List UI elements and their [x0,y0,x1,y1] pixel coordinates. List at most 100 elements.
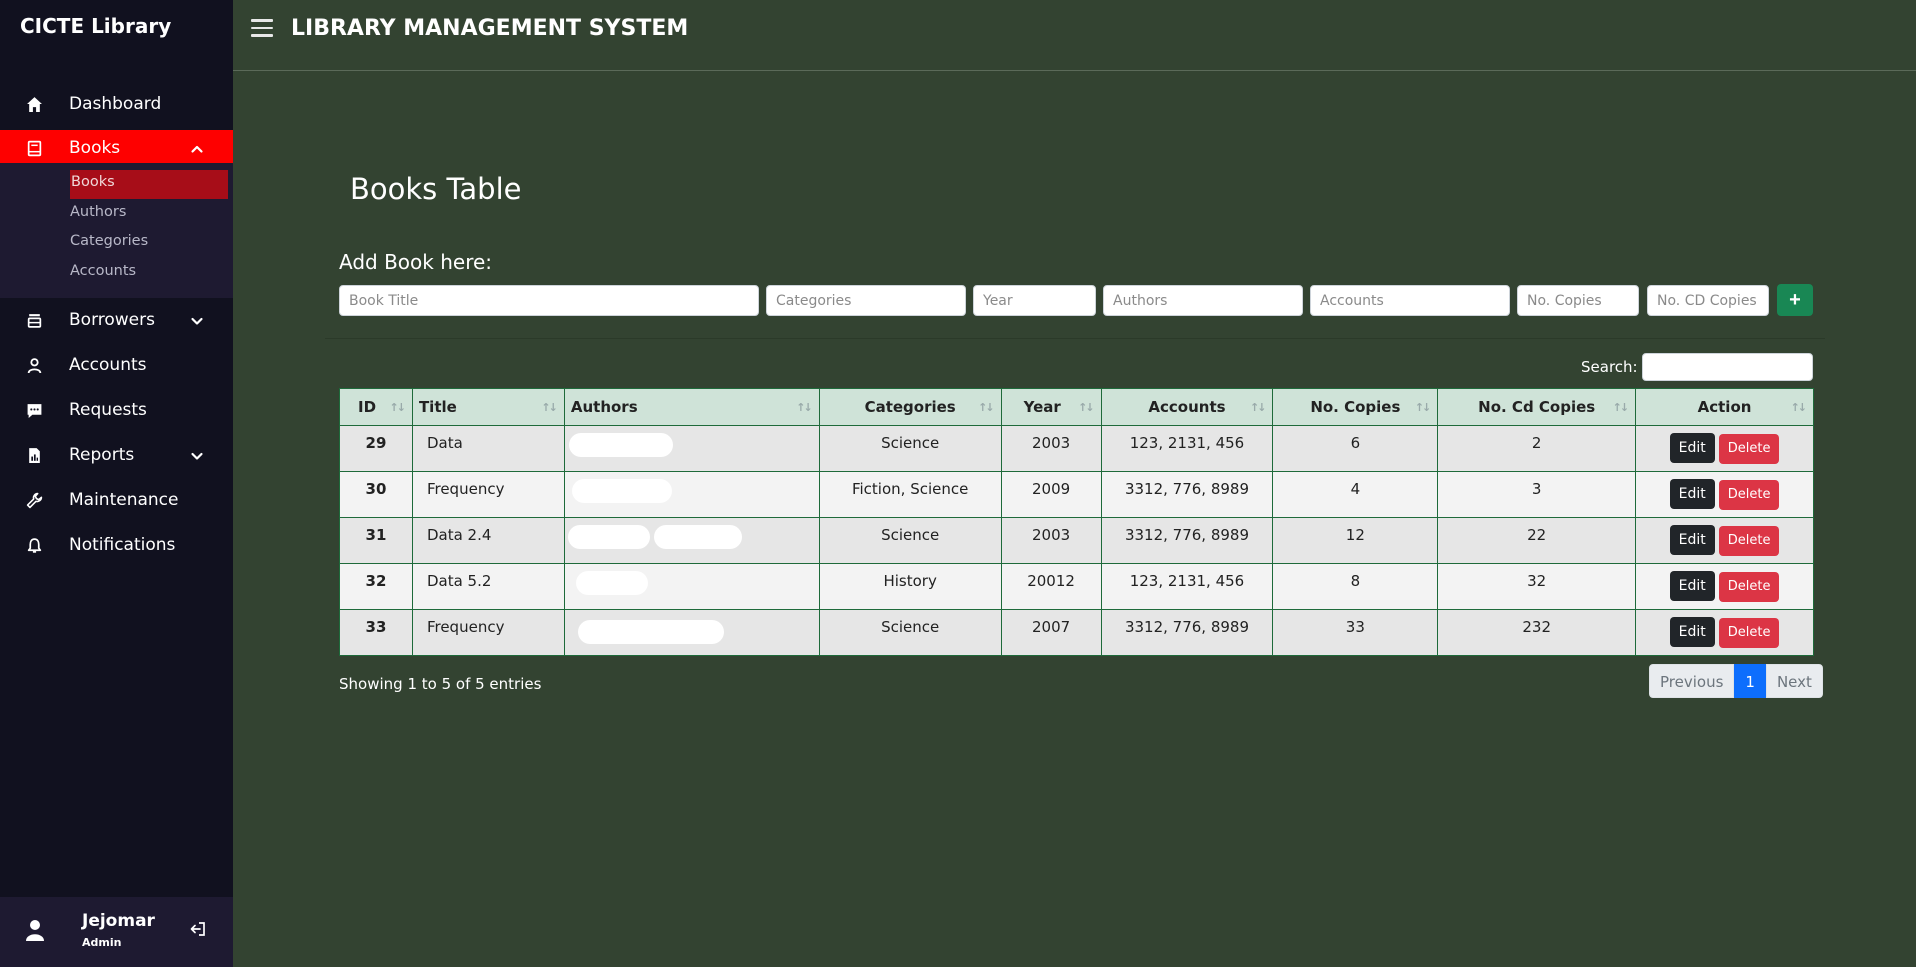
cell-cd-copies: 2 [1437,425,1637,472]
search-input[interactable] [1642,353,1813,381]
column-header-year[interactable]: Year ↑↓ [1000,388,1102,426]
edit-button[interactable]: Edit [1669,617,1715,647]
user-panel: Jejomar Admin [0,897,233,967]
redacted-block [567,525,650,549]
cell-categories: History [818,563,1002,610]
submenu-item-authors[interactable]: Authors [70,200,228,229]
categories-input[interactable] [766,285,966,316]
cell-action: Edit Delete [1635,609,1814,656]
column-header-title[interactable]: Title ↑↓ [411,388,565,426]
delete-button[interactable]: Delete [1718,526,1780,556]
sort-icon: ↑↓ [1249,401,1267,414]
submenu-item-accounts[interactable]: Accounts [70,259,228,288]
chevron-up-icon [191,145,203,153]
cell-categories: Fiction, Science [818,471,1002,518]
cell-copies: 6 [1272,425,1439,472]
page-title: Books Table [350,172,522,206]
table-row: 30 Frequency Fiction, Science 2009 3312,… [339,471,1814,518]
submenu-item-books[interactable]: Books [70,170,228,199]
borrowers-icon [27,314,42,328]
sort-icon: ↑↓ [541,401,558,414]
cell-id: 33 [339,609,413,656]
user-role: Admin [82,936,122,949]
sidebar-item-books[interactable]: Books [0,130,233,166]
bell-icon [27,538,42,553]
accounts-input[interactable] [1310,285,1510,316]
cell-authors-redacted [563,471,820,518]
cell-title: Frequency [411,471,565,518]
books-table: ID ↑↓ Title ↑↓ Authors ↑↓ Categories ↑↓ Year… [339,388,1814,656]
redacted-block [571,479,672,503]
cd-copies-input[interactable] [1647,285,1769,316]
table-row: 33 Frequency Science 2007 3312, 776, 898… [339,609,1814,656]
cell-accounts: 3312, 776, 8989 [1100,471,1274,518]
chevron-down-icon [191,452,203,460]
add-book-button[interactable]: + [1777,284,1813,316]
pagination-previous[interactable]: Previous [1649,664,1735,698]
sidebar-item-borrowers[interactable]: Borrowers [0,302,233,338]
search-label: Search: [1581,358,1638,376]
column-header-cd-copies[interactable]: No. Cd Copies ↑↓ [1437,388,1637,426]
column-header-authors[interactable]: Authors ↑↓ [563,388,820,426]
year-input[interactable] [973,285,1096,316]
column-header-id[interactable]: ID ↑↓ [339,388,413,426]
cell-year: 2003 [1000,425,1102,472]
cell-title: Data 2.4 [411,517,565,564]
pagination-page-1[interactable]: 1 [1734,664,1766,698]
cell-copies: 33 [1272,609,1439,656]
cell-title: Data 5.2 [411,563,565,610]
pagination-next[interactable]: Next [1765,664,1823,698]
column-header-action[interactable]: Action ↑↓ [1635,388,1814,426]
table-header-row: ID ↑↓ Title ↑↓ Authors ↑↓ Categories ↑↓ Year… [339,388,1814,426]
delete-button[interactable]: Delete [1718,434,1780,464]
app-title: LIBRARY MANAGEMENT SYSTEM [291,16,689,41]
cell-cd-copies: 32 [1437,563,1637,610]
sort-icon: ↑↓ [1414,401,1432,414]
delete-button[interactable]: Delete [1718,480,1780,510]
cell-copies: 8 [1272,563,1439,610]
user-icon [27,358,42,374]
edit-button[interactable]: Edit [1669,433,1715,463]
sidebar-item-label: Accounts [69,355,147,375]
add-book-label: Add Book here: [339,250,493,274]
table-row: 29 Data Science 2003 123, 2131, 456 6 2 … [339,425,1814,472]
edit-button[interactable]: Edit [1669,525,1715,555]
column-header-copies[interactable]: No. Copies ↑↓ [1272,388,1439,426]
sidebar-item-requests[interactable]: Requests [0,392,233,428]
sidebar-item-label: Books [69,138,121,158]
cell-title: Frequency [411,609,565,656]
authors-input[interactable] [1103,285,1303,316]
cell-accounts: 123, 2131, 456 [1100,425,1274,472]
delete-button[interactable]: Delete [1718,572,1780,602]
delete-button[interactable]: Delete [1718,618,1780,648]
cell-id: 32 [339,563,413,610]
table-row: 31 Data 2.4 Science 2003 3312, 776, 8989… [339,517,1814,564]
sidebar-item-reports[interactable]: Reports [0,437,233,473]
sort-icon: ↑↓ [1612,401,1630,414]
copies-input[interactable] [1517,285,1639,316]
cell-copies: 12 [1272,517,1439,564]
hamburger-menu-icon[interactable] [251,19,273,37]
cell-id: 29 [339,425,413,472]
cell-year: 2007 [1000,609,1102,656]
edit-button[interactable]: Edit [1669,479,1715,509]
home-icon [27,97,42,112]
sidebar-item-dashboard[interactable]: Dashboard [0,86,233,122]
column-header-categories[interactable]: Categories ↑↓ [818,388,1002,426]
sidebar-item-accounts[interactable]: Accounts [0,347,233,383]
submenu-item-categories[interactable]: Categories [70,229,228,258]
cell-authors-redacted [563,425,820,472]
cell-accounts: 3312, 776, 8989 [1100,517,1274,564]
sidebar-item-notifications[interactable]: Notifications [0,527,233,563]
sidebar-item-maintenance[interactable]: Maintenance [0,482,233,518]
book-icon [27,140,42,157]
book-title-input[interactable] [339,285,759,316]
edit-button[interactable]: Edit [1669,571,1715,601]
sidebar-item-label: Maintenance [69,490,179,510]
column-header-accounts[interactable]: Accounts ↑↓ [1100,388,1274,426]
brand-title: CICTE Library [20,14,172,38]
cell-year: 20012 [1000,563,1102,610]
sort-icon: ↑↓ [1790,401,1808,414]
logout-icon[interactable] [189,920,207,938]
sidebar-item-label: Dashboard [69,94,162,114]
